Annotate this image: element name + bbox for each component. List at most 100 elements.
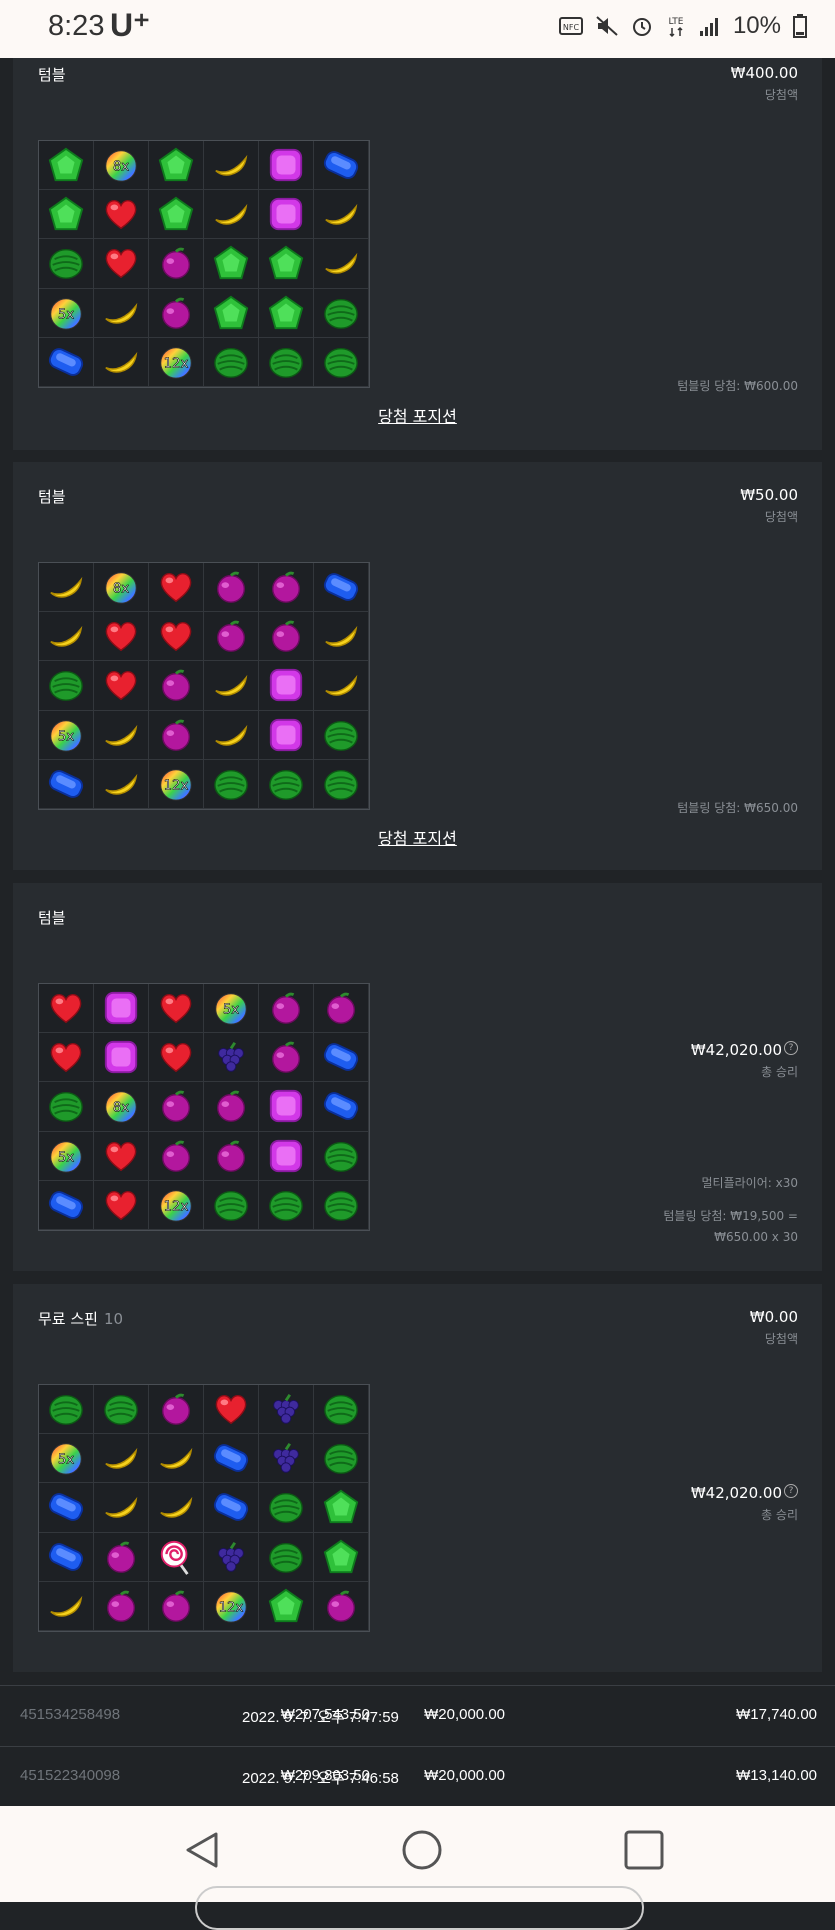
banana-icon bbox=[102, 294, 140, 332]
blue-oval-icon bbox=[322, 1038, 360, 1076]
back-icon[interactable] bbox=[180, 1828, 224, 1872]
grid-cell bbox=[149, 612, 204, 662]
winning-positions-link[interactable]: 당첨 포지션 bbox=[13, 825, 822, 849]
grid-cell bbox=[259, 1434, 314, 1484]
heart-icon bbox=[157, 617, 195, 655]
plum-icon bbox=[212, 568, 250, 606]
grid-cell: 8x bbox=[94, 141, 149, 191]
grid-cell bbox=[39, 1581, 94, 1631]
bomb-5x-icon: 5x bbox=[212, 989, 250, 1027]
bomb-8x-icon: 8x bbox=[102, 568, 140, 606]
grid-cell bbox=[94, 1385, 149, 1435]
grid-cell bbox=[39, 984, 94, 1034]
grid-cell bbox=[204, 288, 259, 338]
grid-cell bbox=[204, 1434, 259, 1484]
reel-grid: 5x 12x bbox=[38, 1384, 370, 1632]
winning-positions-link[interactable]: 당첨 포지션 bbox=[13, 403, 822, 427]
svg-text:LTE: LTE bbox=[668, 17, 683, 27]
plum-icon bbox=[212, 1087, 250, 1125]
grapes-icon bbox=[267, 1439, 305, 1477]
grid-cell bbox=[94, 612, 149, 662]
plum-icon bbox=[157, 294, 195, 332]
watermelon-icon bbox=[322, 294, 360, 332]
total-win-label: 총 승리 bbox=[761, 1508, 798, 1522]
round-id: 451534258498 bbox=[20, 1706, 121, 1723]
round-card-2: 텀블 ₩50.00 당첨액 8x 5x 12x 텀블링 당첨: ₩650.00 당첨… bbox=[13, 462, 822, 870]
grid-cell bbox=[39, 759, 94, 809]
grid-cell: 12x bbox=[149, 337, 204, 387]
home-icon[interactable] bbox=[400, 1828, 444, 1872]
help-icon[interactable]: ? bbox=[784, 1041, 798, 1055]
bomb-12x-icon: 12x bbox=[157, 343, 195, 381]
nfc-icon: NFC bbox=[558, 17, 583, 35]
grid-cell bbox=[39, 337, 94, 387]
purple-square-icon bbox=[267, 146, 305, 184]
grid-cell bbox=[94, 190, 149, 240]
svg-text:5x: 5x bbox=[58, 307, 74, 322]
grid-cell bbox=[204, 612, 259, 662]
banana-icon bbox=[322, 195, 360, 233]
heart-icon bbox=[102, 617, 140, 655]
purple-square-icon bbox=[267, 195, 305, 233]
purple-square-icon bbox=[267, 1137, 305, 1175]
grid-cell bbox=[39, 1180, 94, 1230]
lollipop-icon bbox=[157, 1538, 195, 1576]
grid-cell bbox=[259, 288, 314, 338]
bomb-12x-icon: 12x bbox=[157, 765, 195, 803]
grid-cell bbox=[314, 1131, 369, 1181]
round-card-1: 텀블 ₩400.00 당첨액 8x 5x 12x 텀블링 당첨: ₩600.00 당… bbox=[13, 58, 822, 450]
win-amount-label: 당첨액 bbox=[764, 1332, 798, 1346]
plum-icon bbox=[322, 989, 360, 1027]
grid-cell bbox=[259, 1033, 314, 1083]
round-bet: ₩20,000.00 bbox=[424, 1706, 505, 1723]
banana-icon bbox=[322, 666, 360, 704]
banana-icon bbox=[212, 716, 250, 754]
win-amount: ₩50.00 bbox=[740, 486, 798, 504]
grid-cell: 5x bbox=[39, 288, 94, 338]
total-win-amount: ₩42,020.00? bbox=[691, 1484, 798, 1502]
grid-cell bbox=[259, 1581, 314, 1631]
heart-icon bbox=[157, 1038, 195, 1076]
round-balance: ₩207,543.50 bbox=[280, 1706, 370, 1723]
round-card-3: 텀블 5x 8x 5x 12x ₩42,020.00? 총 승리 멀티플라이어: x3… bbox=[13, 883, 822, 1271]
table-row[interactable]: 451522340098 2022. 9. 7. 오후 7:46:58 ₩209… bbox=[0, 1746, 835, 1807]
blue-oval-icon bbox=[47, 765, 85, 803]
green-pentagon-icon bbox=[267, 244, 305, 282]
grid-cell bbox=[259, 1082, 314, 1132]
svg-text:5x: 5x bbox=[58, 1150, 74, 1165]
bomb-8x-icon: 8x bbox=[102, 146, 140, 184]
green-pentagon-icon bbox=[47, 195, 85, 233]
grid-cell: 8x bbox=[94, 563, 149, 613]
watermelon-icon bbox=[267, 1186, 305, 1224]
round-card-4: 무료 스핀 10 ₩0.00 당첨액 5x 12x ₩42,020.00? 총 승리 bbox=[13, 1284, 822, 1672]
grapes-icon bbox=[212, 1038, 250, 1076]
blue-oval-icon bbox=[322, 1087, 360, 1125]
green-pentagon-icon bbox=[212, 244, 250, 282]
svg-text:12x: 12x bbox=[164, 779, 189, 794]
recents-icon[interactable] bbox=[622, 1828, 666, 1872]
watermelon-icon bbox=[267, 1538, 305, 1576]
table-row[interactable]: 451534258498 2022. 9. 7. 오후 7:47:59 ₩207… bbox=[0, 1685, 835, 1746]
plum-icon bbox=[157, 1587, 195, 1625]
grid-cell bbox=[204, 1033, 259, 1083]
watermelon-icon bbox=[212, 343, 250, 381]
banana-icon bbox=[47, 1587, 85, 1625]
help-icon[interactable]: ? bbox=[784, 1484, 798, 1498]
watermelon-icon bbox=[322, 1439, 360, 1477]
green-pentagon-icon bbox=[322, 1538, 360, 1576]
blue-oval-icon bbox=[47, 1538, 85, 1576]
banana-icon bbox=[157, 1439, 195, 1477]
reel-grid: 5x 8x 5x 12x bbox=[38, 983, 370, 1231]
grid-cell bbox=[204, 661, 259, 711]
grid-cell bbox=[259, 1131, 314, 1181]
grid-cell: 8x bbox=[94, 1082, 149, 1132]
battery-percent: 10% bbox=[732, 12, 781, 39]
grid-cell bbox=[94, 661, 149, 711]
watermelon-icon bbox=[322, 716, 360, 754]
purple-square-icon bbox=[267, 1087, 305, 1125]
mute-icon bbox=[596, 16, 618, 36]
grid-cell bbox=[94, 239, 149, 289]
free-spin-count: 10 bbox=[103, 1310, 124, 1328]
grid-cell bbox=[149, 563, 204, 613]
banana-icon bbox=[102, 1488, 140, 1526]
